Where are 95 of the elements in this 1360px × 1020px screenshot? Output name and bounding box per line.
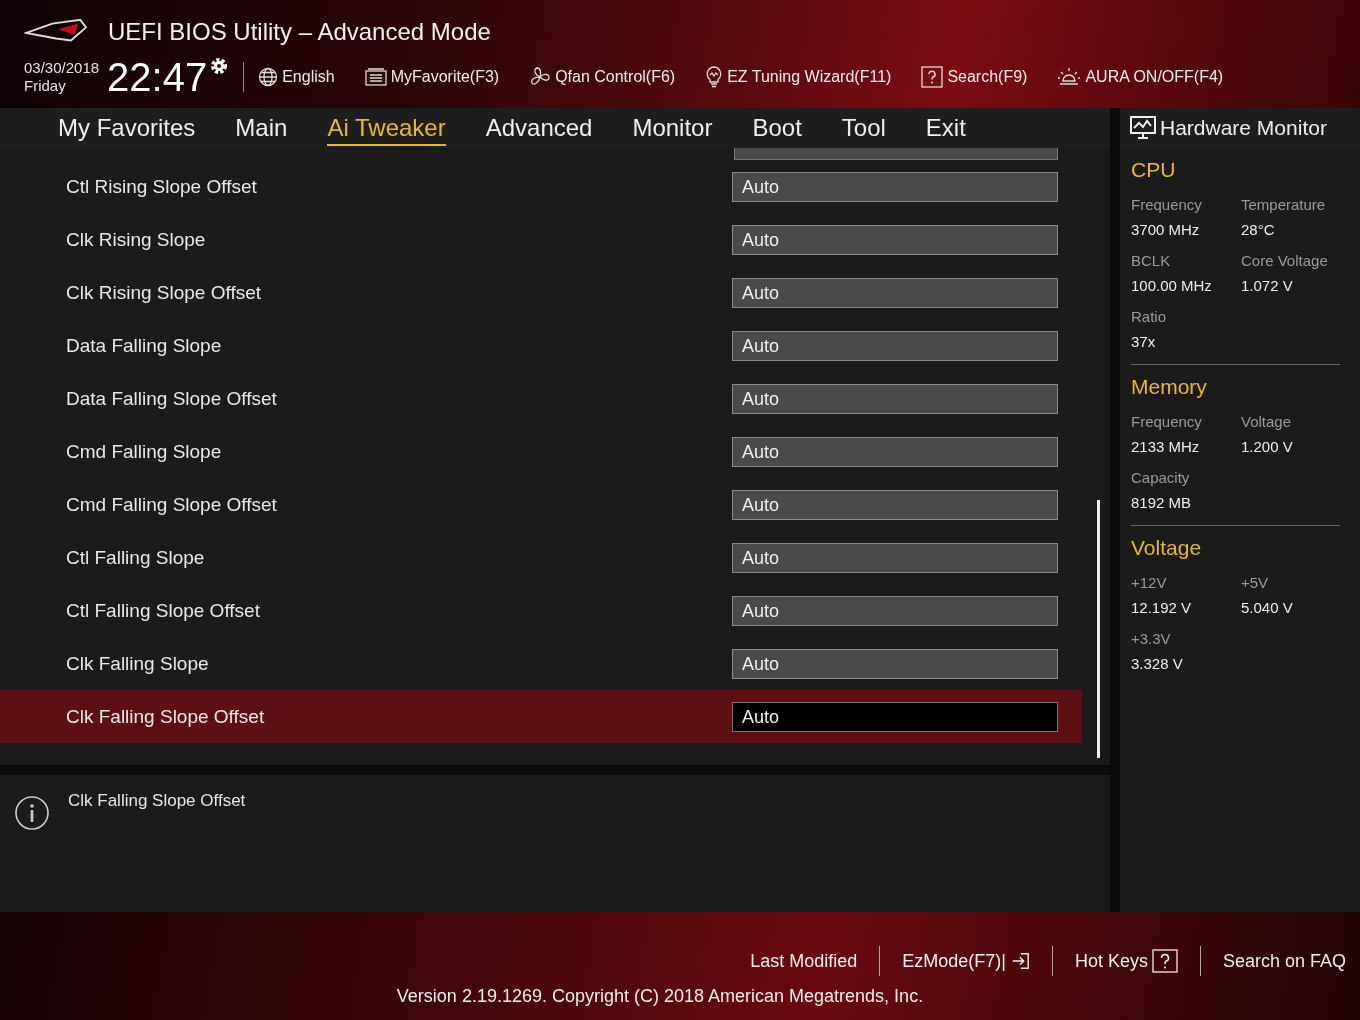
- question-icon: [1151, 949, 1178, 973]
- lightbulb-icon: [705, 66, 724, 88]
- reading-value: 5.040 V: [1241, 599, 1294, 616]
- reading-label: +5V: [1241, 574, 1270, 591]
- setting-row[interactable]: Cmd Falling Slope Auto: [0, 425, 1082, 478]
- settings-icon[interactable]: [209, 56, 230, 76]
- footer-link[interactable]: Last Modified: [750, 950, 858, 972]
- setting-dropdown[interactable]: Auto: [732, 542, 1058, 573]
- toolbar-button[interactable]: AURA ON/OFF(F4): [1057, 66, 1224, 88]
- reading-value: 2133 MHz: [1131, 438, 1201, 455]
- setting-dropdown[interactable]: [734, 148, 1058, 160]
- menu-tab[interactable]: Advanced: [485, 110, 593, 146]
- reading-value: 100.00 MHz: [1131, 277, 1213, 294]
- setting-row[interactable]: Data Falling Slope Auto: [0, 319, 1082, 372]
- setting-label: Cmd Falling Slope Offset: [66, 493, 277, 516]
- reading-value: 3.328 V: [1131, 655, 1184, 672]
- reading-label: Ratio: [1131, 308, 1168, 325]
- setting-row[interactable]: Cmd Falling Slope Offset Auto: [0, 478, 1082, 531]
- list-icon: [364, 68, 387, 86]
- day-text: Friday: [24, 77, 67, 95]
- footer-link[interactable]: EzMode(F7)|: [902, 950, 1030, 972]
- menu-tab[interactable]: Exit: [925, 110, 966, 146]
- panel-title: Hardware Monitor: [1160, 116, 1327, 140]
- setting-label: Clk Falling Slope Offset: [66, 705, 265, 728]
- toolbar-button[interactable]: Search(F9): [921, 66, 1028, 88]
- setting-row[interactable]: Data Falling Slope Offset Auto: [0, 372, 1082, 425]
- footer-link[interactable]: Search on FAQ: [1222, 950, 1346, 972]
- scrollbar[interactable]: [1097, 500, 1100, 758]
- reading-label: Frequency: [1131, 196, 1203, 213]
- menu-tab[interactable]: My Favorites: [58, 110, 196, 146]
- setting-dropdown[interactable]: Auto: [732, 595, 1058, 626]
- reading-label: Temperature: [1241, 196, 1327, 213]
- fan-icon: [529, 66, 552, 88]
- reading-value: 8192 MB: [1131, 494, 1193, 511]
- light-icon: [1057, 66, 1082, 88]
- setting-dropdown[interactable]: Auto: [732, 436, 1058, 467]
- setting-row[interactable]: Ctl Falling Slope Offset Auto: [0, 584, 1082, 637]
- setting-row[interactable]: Clk Falling Slope Auto: [0, 637, 1082, 690]
- reading-label: BCLK: [1131, 252, 1172, 269]
- section-title: Memory: [1131, 375, 1208, 399]
- reading-label: +3.3V: [1131, 630, 1172, 647]
- setting-dropdown[interactable]: Auto: [732, 171, 1058, 202]
- help-text: Clk Falling Slope Offset: [68, 791, 246, 811]
- reading-value: 1.072 V: [1241, 277, 1294, 294]
- setting-label: Clk Rising Slope: [66, 228, 206, 251]
- setting-label: Ctl Rising Slope Offset: [66, 175, 257, 198]
- reading-value: 12.192 V: [1131, 599, 1193, 616]
- setting-row[interactable]: Clk Falling Slope Offset Auto: [0, 690, 1082, 743]
- menu-tab[interactable]: Monitor: [632, 110, 713, 146]
- toolbar-button[interactable]: English: [258, 67, 335, 87]
- reading-value: 1.200 V: [1241, 438, 1294, 455]
- reading-label: Frequency: [1131, 413, 1203, 430]
- monitor-icon: [1130, 116, 1156, 140]
- menu-tab[interactable]: Main: [235, 110, 288, 146]
- setting-dropdown[interactable]: Auto: [732, 489, 1058, 520]
- setting-label: Data Falling Slope: [66, 334, 222, 357]
- footer-link[interactable]: Hot Keys: [1074, 949, 1178, 973]
- menu-tab[interactable]: Tool: [841, 110, 886, 146]
- setting-dropdown[interactable]: Auto: [732, 648, 1058, 679]
- window-title: UEFI BIOS Utility – Advanced Mode: [108, 18, 491, 46]
- setting-label: Clk Falling Slope: [66, 652, 209, 675]
- reading-value: 37x: [1131, 333, 1157, 350]
- setting-row[interactable]: Clk Rising Slope Auto: [0, 213, 1082, 266]
- info-icon: [14, 795, 50, 831]
- menu-tab[interactable]: Ai Tweaker: [327, 110, 446, 146]
- setting-label: Data Falling Slope Offset: [66, 387, 277, 410]
- setting-dropdown[interactable]: Auto: [732, 224, 1058, 255]
- setting-label: Cmd Falling Slope: [66, 440, 222, 463]
- reading-label: Voltage: [1241, 413, 1293, 430]
- question-icon: [921, 66, 944, 88]
- setting-dropdown[interactable]: Auto: [732, 277, 1058, 308]
- version-text: Version 2.19.1269. Copyright (C) 2018 American Megatrends, Inc.: [396, 986, 924, 1007]
- date-text: 03/30/2018: [24, 59, 100, 77]
- setting-row[interactable]: Clk Rising Slope Offset Auto: [0, 266, 1082, 319]
- globe-icon: [258, 67, 279, 87]
- toolbar-button[interactable]: Qfan Control(F6): [529, 66, 676, 88]
- setting-label: Ctl Falling Slope Offset: [66, 599, 260, 622]
- setting-label: Ctl Falling Slope: [66, 546, 205, 569]
- toolbar-button[interactable]: EZ Tuning Wizard(F11): [705, 66, 892, 88]
- setting-row[interactable]: Ctl Falling Slope Auto: [0, 531, 1082, 584]
- setting-dropdown[interactable]: Auto: [732, 383, 1058, 414]
- setting-label: Clk Rising Slope Offset: [66, 281, 261, 304]
- setting-dropdown[interactable]: Auto: [732, 330, 1058, 361]
- reading-label: Capacity: [1131, 469, 1191, 486]
- reading-value: 28°C: [1241, 221, 1276, 238]
- setting-row[interactable]: Ctl Rising Slope Offset Auto: [0, 160, 1082, 213]
- toolbar-button[interactable]: MyFavorite(F3): [364, 68, 500, 86]
- section-title: Voltage: [1131, 536, 1203, 560]
- menu-tab[interactable]: Boot: [752, 110, 802, 146]
- clock-time: 22:47: [107, 55, 208, 99]
- section-title: CPU: [1131, 158, 1177, 182]
- reading-value: 3700 MHz: [1131, 221, 1201, 238]
- setting-dropdown[interactable]: Auto: [732, 701, 1058, 732]
- reading-label: Core Voltage: [1241, 252, 1329, 269]
- reading-label: +12V: [1131, 574, 1168, 591]
